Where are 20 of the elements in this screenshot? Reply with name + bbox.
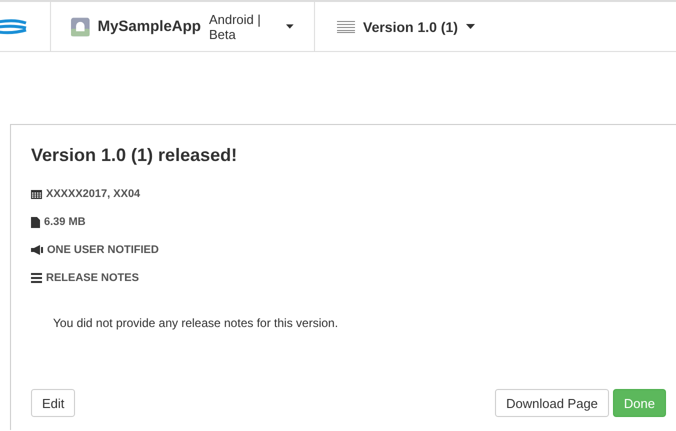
megaphone-icon	[31, 245, 43, 255]
release-meta: ONE USER NOTIFIED	[47, 244, 159, 256]
release-meta: 6.39 MB	[44, 216, 86, 228]
menu-icon[interactable]	[337, 20, 355, 32]
logo-icon	[0, 18, 28, 34]
release-meta: RELEASE NOTES	[46, 272, 139, 284]
action-button[interactable]: Download Page	[495, 389, 609, 417]
version-selector[interactable]: Version 1.0 (1)	[363, 18, 458, 34]
release-meta: XXXXX2017, XX04	[46, 188, 140, 200]
file-icon	[31, 216, 40, 228]
app-platform[interactable]: Android | Beta	[208, 12, 278, 42]
release-title: Version 1.0 (1) released!	[31, 145, 238, 166]
android-app-icon	[71, 16, 90, 38]
caret-icon	[466, 24, 475, 29]
app-name[interactable]: MySampleApp	[98, 18, 201, 35]
action-button[interactable]: Edit	[31, 389, 76, 417]
calendar-icon	[31, 189, 42, 199]
list-icon	[31, 273, 42, 283]
release-notes-text: You did not provide any release notes for this version.	[53, 316, 340, 330]
caret-icon	[286, 24, 294, 29]
